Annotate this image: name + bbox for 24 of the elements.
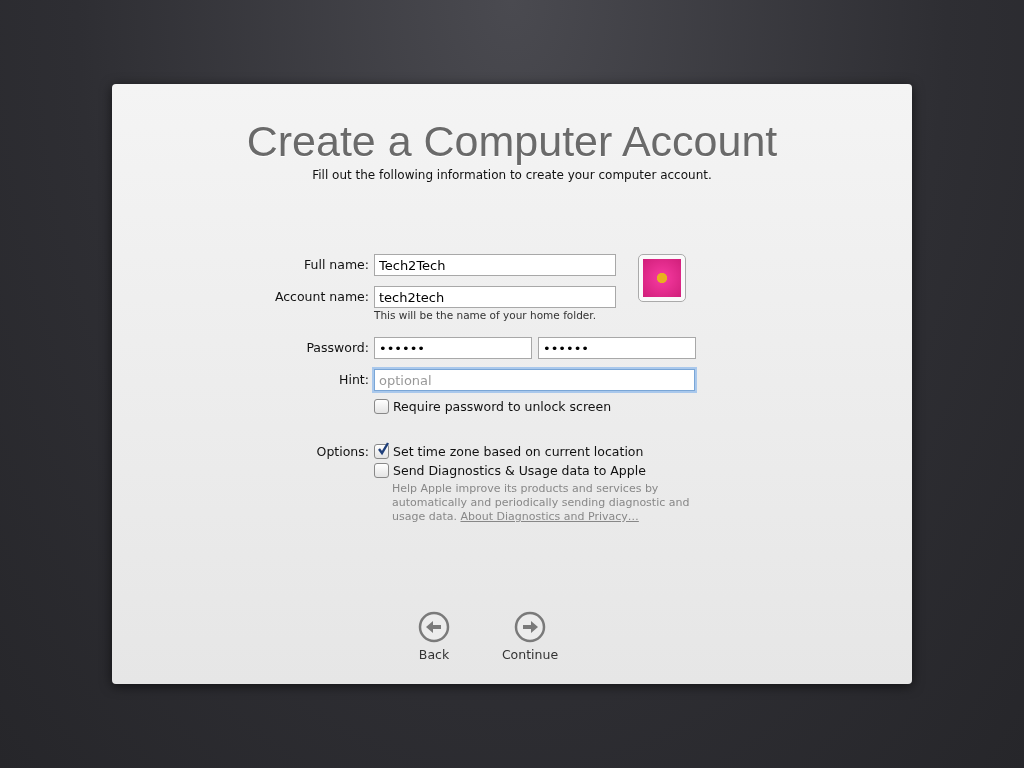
input-field[interactable]: Tech2Tech (374, 254, 616, 276)
field-note: This will be the name of your home folder. (374, 309, 597, 321)
checkbox[interactable] (374, 444, 389, 459)
checkbox[interactable] (374, 399, 389, 414)
checkbox-label[interactable]: Set time zone based on current location (393, 444, 644, 459)
nav-button[interactable]: Continue (500, 611, 560, 662)
password-field[interactable]: •••••• (374, 337, 532, 359)
field-label: Account name: (273, 288, 369, 306)
field-label: Hint: (338, 371, 369, 389)
page-subtitle: Fill out the following information to create your computer account. (312, 168, 712, 182)
checkbox[interactable] (374, 463, 389, 478)
photo-placeholder (643, 259, 681, 297)
field-label: Options: (315, 444, 369, 460)
input-field[interactable]: optional (374, 369, 695, 391)
field-label: Password: (305, 339, 369, 357)
field-label: Full name: (303, 256, 369, 274)
checkbox-label[interactable]: Require password to unlock screen (393, 399, 612, 414)
help-text: Help Apple improve its products and services by automatically and periodically sending diagnostic and usage data. About Diagnostics and Privacy… (392, 482, 691, 524)
password-field[interactable]: •••••• (538, 337, 696, 359)
page-title: Create a Computer Account (246, 116, 778, 166)
user-picture-well[interactable] (638, 254, 686, 302)
input-field[interactable]: tech2tech (374, 286, 616, 308)
nav-button[interactable]: Back (404, 611, 464, 662)
checkbox-label[interactable]: Send Diagnostics & Usage data to Apple (393, 463, 646, 478)
